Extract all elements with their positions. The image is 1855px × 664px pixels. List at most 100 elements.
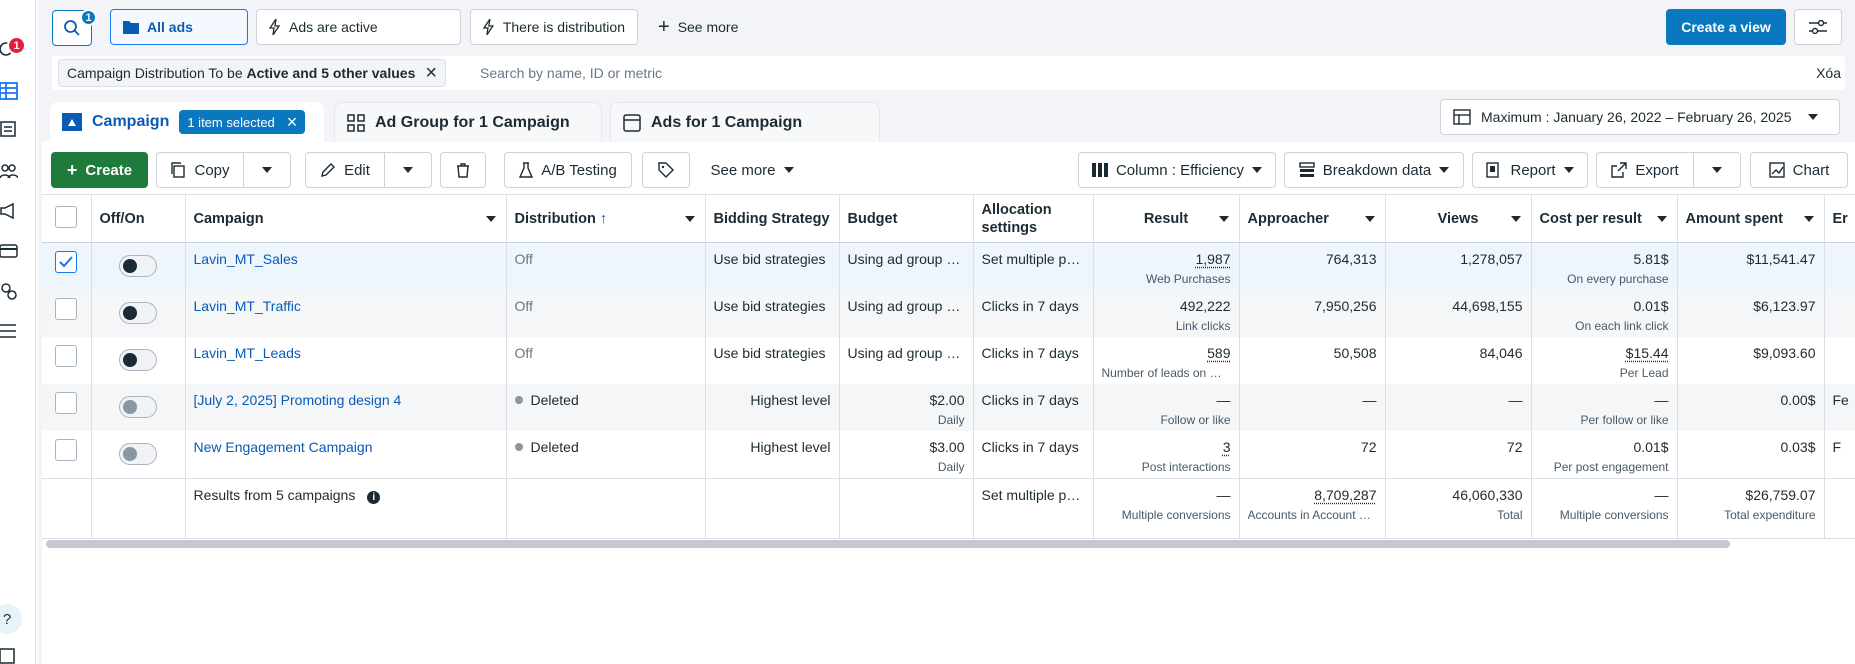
chart-button[interactable]: Chart (1750, 152, 1848, 188)
chevron-down-icon (1563, 167, 1574, 173)
tab-all-ads[interactable]: All ads (110, 9, 248, 45)
tab-campaign[interactable]: Campaign 1 item selected × (50, 102, 324, 142)
budget: Using ad group budget (847, 298, 965, 314)
ab-testing-button[interactable]: A/B Testing (504, 152, 632, 188)
totals-approacher-type: Accounts in Account Center (1247, 508, 1377, 522)
ad-card-icon (623, 113, 641, 132)
profile-icon[interactable] (0, 648, 18, 664)
edit-button[interactable]: Edit (305, 152, 385, 188)
menu-icon[interactable] (0, 322, 18, 340)
remove-filter-icon[interactable]: × (425, 63, 437, 83)
header-approacher[interactable]: Approacher (1239, 194, 1386, 243)
header-views[interactable]: Views (1385, 194, 1532, 243)
report-icon (1486, 162, 1500, 178)
totals-spent-type: Total expenditure (1724, 508, 1816, 522)
header-allocation-settings[interactable]: Allocation settings (973, 194, 1094, 243)
tab-all-ads-label: All ads (147, 19, 193, 35)
result-value[interactable]: 492,222 (1180, 298, 1231, 314)
export-icon (1611, 162, 1628, 178)
copy-icon (171, 162, 186, 178)
on-off-toggle[interactable] (119, 255, 157, 277)
header-campaign[interactable]: Campaign (185, 194, 507, 243)
row-checkbox[interactable] (55, 439, 78, 461)
flask-icon (519, 162, 534, 178)
info-icon[interactable]: i (367, 491, 381, 504)
billing-card-icon[interactable] (0, 242, 18, 260)
table-row[interactable]: [July 2, 2025] Promoting design 4 Delete… (42, 384, 1855, 431)
chevron-down-icon (1364, 216, 1375, 222)
see-more-actions-button[interactable]: See more (702, 152, 802, 188)
campaign-name-link[interactable]: New Engagement Campaign (194, 439, 373, 455)
header-cost-per-result[interactable]: Cost per result (1531, 194, 1678, 243)
horizontal-scrollbar[interactable] (46, 540, 1730, 548)
on-off-toggle[interactable] (119, 396, 157, 418)
create-button[interactable]: + Create (51, 152, 148, 188)
header-amount-spent[interactable]: Amount spent (1677, 194, 1825, 243)
date-range-picker[interactable]: Maximum : January 26, 2022 – February 26… (1440, 99, 1840, 135)
ads-manager-table-icon[interactable] (0, 82, 18, 100)
columns-button[interactable]: Column : Efficiency (1078, 152, 1276, 188)
approacher-value: 764,313 (1325, 251, 1377, 267)
tab-ads[interactable]: Ads for 1 Campaign (610, 102, 880, 142)
edit-dropdown-button[interactable] (384, 152, 432, 188)
tab-ads-active[interactable]: Ads are active (256, 9, 461, 45)
result-value[interactable]: 1,987 (1195, 251, 1230, 267)
delete-button[interactable] (440, 152, 486, 188)
megaphone-icon[interactable] (0, 202, 18, 220)
tab-there-is-distribution[interactable]: There is distribution (470, 9, 638, 45)
tag-button[interactable] (642, 152, 690, 188)
bidding-strategy: Use bid strategies (713, 298, 826, 314)
header-distribution[interactable]: Distribution ↑ (506, 194, 706, 243)
see-more-views-button[interactable]: + See more (646, 9, 756, 45)
header-result[interactable]: Result (1093, 194, 1240, 243)
on-off-toggle[interactable] (119, 443, 157, 465)
row-checkbox[interactable] (55, 251, 78, 273)
row-checkbox[interactable] (55, 392, 78, 414)
result-value[interactable]: 3 (1223, 439, 1231, 455)
header-extra[interactable]: Er (1824, 194, 1855, 243)
breakdown-button[interactable]: Breakdown data (1284, 152, 1464, 188)
header-budget[interactable]: Budget (839, 194, 974, 243)
view-settings-button[interactable] (1794, 9, 1842, 45)
campaign-name-link[interactable]: Lavin_MT_Traffic (194, 298, 301, 314)
filter-chip[interactable]: Campaign Distribution To be Active and 5… (58, 59, 447, 87)
copy-dropdown-button[interactable] (243, 152, 291, 188)
amount-spent-value: $6,123.97 (1753, 298, 1816, 314)
chevron-down-icon (262, 167, 272, 173)
table-row[interactable]: New Engagement Campaign Deleted Highest … (42, 431, 1855, 479)
filter-chip-text: Campaign Distribution To be Active and 5… (67, 65, 415, 81)
clear-selection-icon[interactable]: × (287, 112, 298, 133)
pages-icon[interactable] (0, 120, 18, 138)
copy-button[interactable]: Copy (156, 152, 244, 188)
views-value: 84,046 (1479, 345, 1523, 361)
campaign-name-link[interactable]: Lavin_MT_Sales (194, 251, 298, 267)
campaign-name-link[interactable]: [July 2, 2025] Promoting design 4 (194, 392, 402, 408)
on-off-toggle[interactable] (119, 349, 157, 371)
table-row[interactable]: Lavin_MT_Sales Off Use bid strategies Us… (42, 242, 1855, 290)
report-button[interactable]: Report (1472, 152, 1588, 188)
search-input[interactable]: Search by name, ID or metric (480, 65, 662, 81)
export-button[interactable]: Export (1596, 152, 1694, 188)
export-dropdown-button[interactable] (1693, 152, 1741, 188)
cost-per-result-type: Per follow or like (1580, 413, 1669, 427)
campaign-name-link[interactable]: Lavin_MT_Leads (194, 345, 301, 361)
selection-pill[interactable]: 1 item selected × (179, 110, 306, 134)
header-bidding-strategy[interactable]: Bidding Strategy (705, 194, 840, 243)
help-button[interactable]: ? (0, 604, 22, 634)
table-row[interactable]: Lavin_MT_Traffic Off Use bid strategies … (42, 290, 1855, 337)
clear-filters-link[interactable]: Xóa (1816, 65, 1841, 81)
on-off-toggle[interactable] (119, 302, 157, 324)
table-row[interactable]: Lavin_MT_Leads Off Use bid strategies Us… (42, 337, 1855, 384)
allocation-settings: Clicks in 7 days (981, 392, 1079, 408)
tab-ad-group[interactable]: Ad Group for 1 Campaign (334, 102, 602, 142)
header-views-label: Views (1437, 210, 1479, 227)
row-checkbox[interactable] (55, 298, 78, 320)
business-tools-icon[interactable] (0, 282, 18, 300)
select-all-checkbox[interactable] (55, 205, 78, 228)
row-checkbox[interactable] (55, 345, 78, 367)
allocation-settings: Clicks in 7 days (981, 345, 1079, 361)
audience-icon[interactable] (0, 162, 19, 180)
result-value[interactable]: 589 (1207, 345, 1230, 361)
selection-count: 1 item selected (187, 114, 275, 130)
create-view-button[interactable]: Create a view (1666, 9, 1786, 45)
